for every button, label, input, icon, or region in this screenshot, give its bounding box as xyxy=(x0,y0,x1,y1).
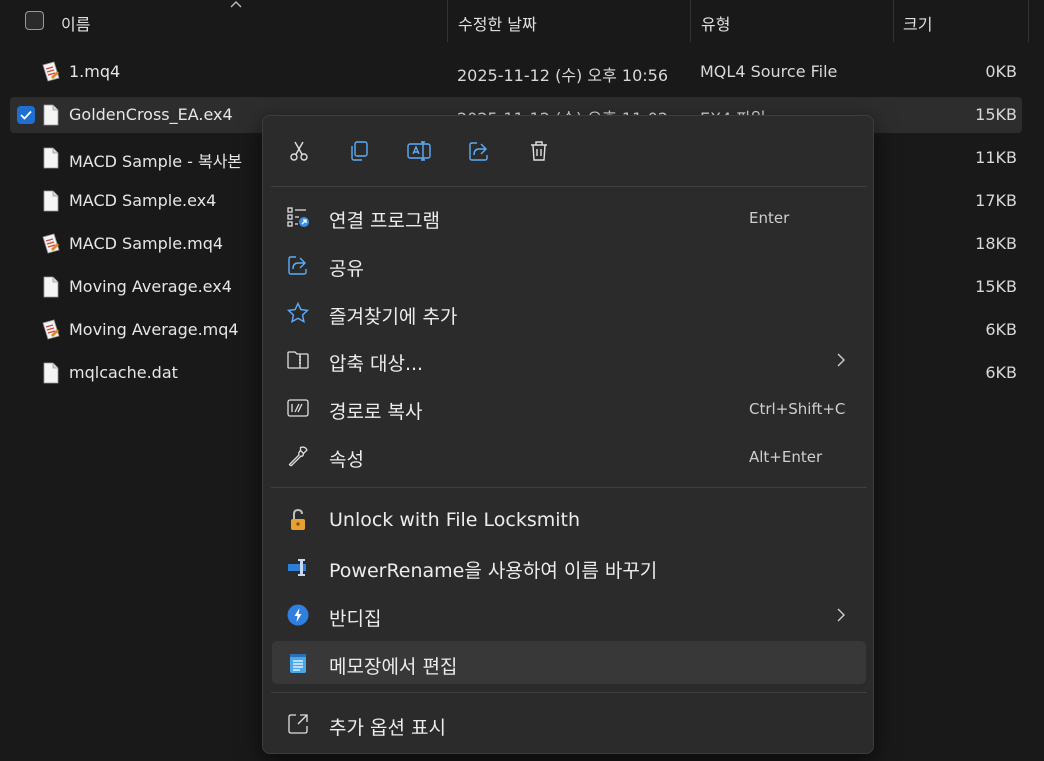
menu-item-label: 즐겨찾기에 추가 xyxy=(329,306,458,328)
column-size[interactable]: 크기 xyxy=(903,11,932,35)
sort-ascending-icon xyxy=(230,1,242,8)
file-type: MQL4 Source File xyxy=(700,62,838,81)
open-with-icon xyxy=(287,207,309,227)
menu-item-edit-in-notepad[interactable]: 메모장에서 편집 xyxy=(272,641,866,684)
mql-source-icon xyxy=(42,61,60,82)
file-size: 6KB xyxy=(985,363,1017,382)
rename-icon xyxy=(407,141,431,161)
zip-folder-icon xyxy=(287,351,309,369)
file-date: 2025-11-12 (수) 오후 10:56 xyxy=(457,66,668,85)
mql-source-icon xyxy=(42,319,60,340)
chevron-right-icon xyxy=(837,353,845,367)
column-date[interactable]: 수정한 날짜 xyxy=(458,11,537,35)
menu-item-label: 추가 옵션 표시 xyxy=(329,717,446,739)
column-type[interactable]: 유형 xyxy=(701,11,730,35)
file-name: Moving Average.ex4 xyxy=(69,277,232,296)
menu-item-label: PowerRename을 사용하여 이름 바꾸기 xyxy=(329,560,658,582)
menu-item-label: 압축 대상... xyxy=(329,353,424,375)
notepad-icon xyxy=(290,654,306,673)
quick-actions-bar xyxy=(263,116,873,186)
menu-item-properties[interactable]: 속성 Alt+Enter xyxy=(272,434,866,477)
menu-item-label: Unlock with File Locksmith xyxy=(329,509,581,531)
file-icon xyxy=(43,147,59,169)
menu-item-label: 메모장에서 편집 xyxy=(329,656,458,678)
file-size: 6KB xyxy=(985,320,1017,339)
share-button[interactable] xyxy=(464,136,494,166)
column-divider[interactable] xyxy=(1028,0,1029,42)
checkmark-icon xyxy=(20,110,32,120)
menu-divider xyxy=(271,487,867,488)
lock-icon xyxy=(291,508,305,530)
rename-button[interactable] xyxy=(404,136,434,166)
chevron-right-icon xyxy=(837,608,845,622)
select-all-checkbox[interactable] xyxy=(25,11,44,30)
cut-button[interactable] xyxy=(284,136,314,166)
context-menu: 연결 프로그램 Enter 공유 즐겨찾기에 추가 압축 대상... 경로로 복… xyxy=(262,115,874,754)
file-explorer: 이름 수정한 날짜 유형 크기 1.mq4 2025-11-12 (수) 오후 … xyxy=(0,0,1044,761)
file-name: mqlcache.dat xyxy=(69,363,178,382)
more-options-icon xyxy=(288,714,308,734)
menu-item-powerrename[interactable]: PowerRename을 사용하여 이름 바꾸기 xyxy=(272,545,866,588)
column-divider[interactable] xyxy=(447,0,448,42)
menu-item-label: 반디집 xyxy=(329,608,382,630)
copy-path-icon xyxy=(287,399,309,417)
menu-divider xyxy=(271,692,867,693)
share-icon xyxy=(469,142,488,161)
wrench-icon xyxy=(288,446,308,467)
bandizip-icon xyxy=(287,604,309,626)
file-size: 15KB xyxy=(975,105,1017,124)
mql-source-icon xyxy=(42,233,60,254)
file-size: 17KB xyxy=(975,191,1017,210)
file-name: Moving Average.mq4 xyxy=(69,320,239,339)
column-header: 이름 수정한 날짜 유형 크기 xyxy=(0,0,1044,42)
menu-item-label: 속성 xyxy=(329,449,364,471)
copy-button[interactable] xyxy=(344,136,374,166)
share-icon xyxy=(288,256,307,275)
star-icon xyxy=(286,301,310,323)
powerrename-icon xyxy=(288,559,306,576)
delete-icon xyxy=(531,141,547,161)
file-icon xyxy=(43,362,59,384)
menu-divider xyxy=(271,186,867,187)
column-name[interactable]: 이름 xyxy=(61,11,90,35)
row-checkbox[interactable] xyxy=(17,106,35,124)
file-name: MACD Sample.ex4 xyxy=(69,191,217,210)
file-size: 11KB xyxy=(975,148,1017,167)
menu-item-copy-path[interactable]: 경로로 복사 Ctrl+Shift+C xyxy=(272,386,866,429)
menu-item-share[interactable]: 공유 xyxy=(272,243,866,286)
menu-item-label: 연결 프로그램 xyxy=(329,210,440,232)
cut-icon xyxy=(290,141,308,161)
file-size: 0KB xyxy=(985,62,1017,81)
menu-item-file-locksmith[interactable]: Unlock with File Locksmith xyxy=(272,498,866,541)
menu-item-shortcut: Ctrl+Shift+C xyxy=(749,400,846,418)
menu-item-add-favorites[interactable]: 즐겨찾기에 추가 xyxy=(272,291,866,334)
file-row[interactable]: 1.mq4 2025-11-12 (수) 오후 10:56 MQL4 Sourc… xyxy=(10,54,1022,90)
file-name: MACD Sample - 복사본 xyxy=(69,152,243,171)
menu-item-open-with[interactable]: 연결 프로그램 Enter xyxy=(272,195,866,238)
menu-item-label: 공유 xyxy=(329,258,364,280)
menu-item-shortcut: Enter xyxy=(749,209,790,227)
menu-item-label: 경로로 복사 xyxy=(329,401,423,423)
column-divider[interactable] xyxy=(690,0,691,42)
delete-button[interactable] xyxy=(524,136,554,166)
menu-item-compress-to[interactable]: 압축 대상... xyxy=(272,338,866,381)
file-size: 18KB xyxy=(975,234,1017,253)
menu-item-bandizip[interactable]: 반디집 xyxy=(272,593,866,636)
file-size: 15KB xyxy=(975,277,1017,296)
copy-icon xyxy=(351,141,368,161)
file-icon xyxy=(43,276,59,298)
file-name: GoldenCross_EA.ex4 xyxy=(69,105,233,124)
menu-item-show-more-options[interactable]: 추가 옵션 표시 xyxy=(272,702,866,745)
menu-item-shortcut: Alt+Enter xyxy=(749,448,823,466)
file-name: MACD Sample.mq4 xyxy=(69,234,224,253)
file-icon xyxy=(43,190,59,212)
column-divider[interactable] xyxy=(893,0,894,42)
file-name: 1.mq4 xyxy=(69,62,121,81)
file-icon xyxy=(43,104,59,126)
